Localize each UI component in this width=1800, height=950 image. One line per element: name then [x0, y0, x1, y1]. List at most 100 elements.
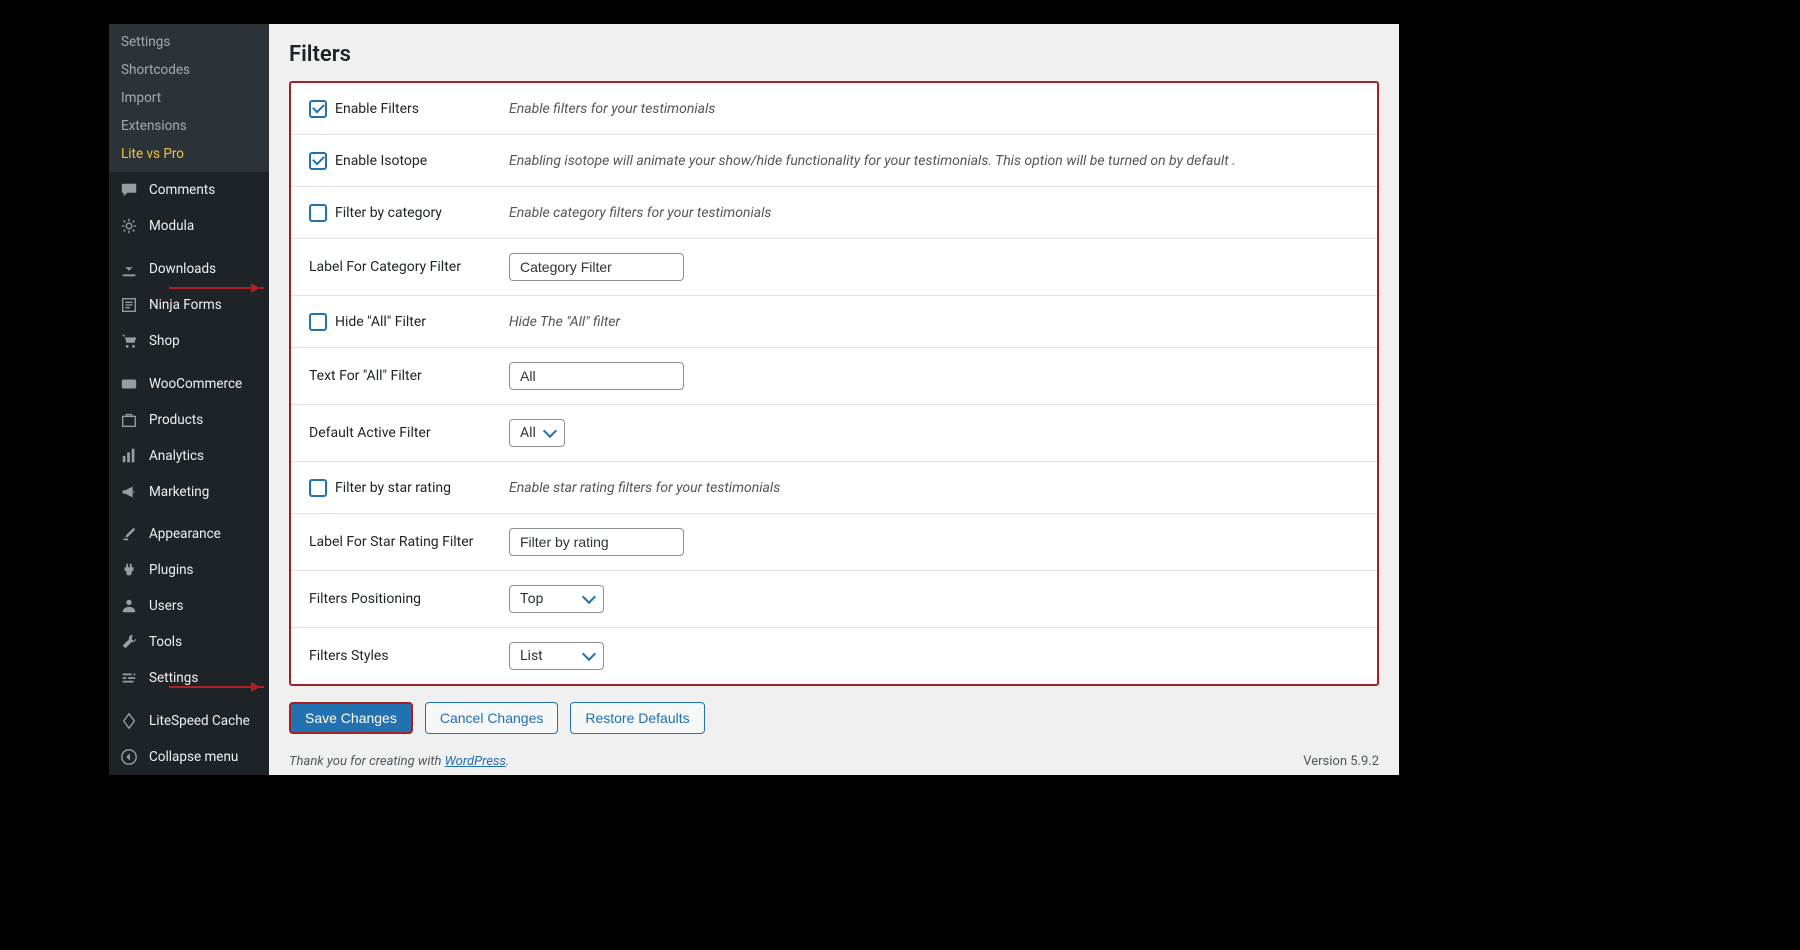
menu-item-shop[interactable]: Shop [109, 323, 269, 359]
input-text-all-filter[interactable] [509, 362, 684, 390]
menu-label: Analytics [149, 448, 204, 464]
annotation-arrow-icon [169, 287, 264, 289]
field-desc: Enabling isotope will animate your show/… [509, 153, 1359, 169]
checkbox-enable-filters[interactable] [309, 100, 327, 118]
checkbox-hide-all-filter[interactable] [309, 313, 327, 331]
row-filter-by-category: Filter by category Enable category filte… [291, 187, 1377, 239]
checkbox-enable-isotope[interactable] [309, 152, 327, 170]
submenu-item-lite-vs-pro[interactable]: Lite vs Pro [109, 140, 269, 168]
submenu-item-import[interactable]: Import [109, 84, 269, 112]
menu-label: Downloads [149, 261, 216, 277]
row-text-all-filter: Text For "All" Filter [291, 348, 1377, 405]
collapse-icon [119, 747, 139, 767]
footer: Thank you for creating with WordPress. V… [289, 734, 1379, 779]
save-button[interactable]: Save Changes [289, 702, 413, 734]
section-title: Filters [289, 42, 1379, 67]
menu-label: Products [149, 412, 203, 428]
filters-panel: Enable Filters Enable filters for your t… [289, 81, 1379, 686]
menu-label: Shop [149, 333, 180, 349]
row-label-category-filter: Label For Category Filter [291, 239, 1377, 296]
row-label-star-filter: Label For Star Rating Filter [291, 514, 1377, 571]
submenu-item-settings[interactable]: Settings [109, 28, 269, 56]
field-desc: Enable filters for your testimonials [509, 101, 1359, 117]
field-desc: Enable category filters for your testimo… [509, 205, 1359, 221]
checkbox-label: Enable Filters [335, 101, 419, 117]
menu-item-litespeed[interactable]: LiteSpeed Cache [109, 703, 269, 739]
user-icon [119, 596, 139, 616]
footer-link[interactable]: WordPress [445, 754, 506, 769]
select-filters-positioning[interactable]: Top [509, 585, 604, 613]
input-label-category-filter[interactable] [509, 253, 684, 281]
menu-item-downloads[interactable]: Downloads [109, 251, 269, 287]
checkbox-filter-by-category[interactable] [309, 204, 327, 222]
row-filter-by-star: Filter by star rating Enable star rating… [291, 462, 1377, 514]
menu-label: Settings [149, 670, 198, 686]
admin-sidebar: Settings Shortcodes Import Extensions Li… [109, 24, 269, 775]
menu-item-collapse[interactable]: Collapse menu [109, 739, 269, 775]
menu-label: Appearance [149, 526, 221, 542]
menu-label: Tools [149, 634, 182, 650]
menu-label: Marketing [149, 484, 209, 500]
menu-item-woocommerce[interactable]: WooCommerce [109, 366, 269, 402]
submenu-item-extensions[interactable]: Extensions [109, 112, 269, 140]
download-icon [119, 259, 139, 279]
products-icon [119, 410, 139, 430]
row-label: Default Active Filter [309, 425, 509, 441]
plugin-icon [119, 560, 139, 580]
menu-item-users[interactable]: Users [109, 588, 269, 624]
form-icon [119, 295, 139, 315]
button-row: Save Changes Cancel Changes Restore Defa… [289, 702, 1379, 734]
cart-icon [119, 331, 139, 351]
checkbox-filter-by-star[interactable] [309, 479, 327, 497]
checkbox-label: Filter by category [335, 205, 442, 221]
row-label: Filters Positioning [309, 591, 509, 607]
menu-item-ninja-forms[interactable]: Ninja Forms [109, 287, 269, 323]
analytics-icon [119, 446, 139, 466]
menu-item-settings[interactable]: Settings [109, 660, 269, 696]
menu-item-tools[interactable]: Tools [109, 624, 269, 660]
checkbox-label: Enable Isotope [335, 153, 427, 169]
menu-item-modula[interactable]: Modula [109, 208, 269, 244]
wrench-icon [119, 632, 139, 652]
menu-label: Ninja Forms [149, 297, 222, 313]
menu-label: Collapse menu [149, 749, 238, 765]
row-label: Filters Styles [309, 648, 509, 664]
row-label: Label For Category Filter [309, 259, 509, 275]
row-default-active-filter: Default Active Filter All [291, 405, 1377, 462]
input-label-star-filter[interactable] [509, 528, 684, 556]
menu-item-appearance[interactable]: Appearance [109, 516, 269, 552]
menu-item-marketing[interactable]: Marketing [109, 474, 269, 510]
litespeed-icon [119, 711, 139, 731]
cancel-button[interactable]: Cancel Changes [425, 702, 559, 734]
row-hide-all-filter: Hide "All" Filter Hide The "All" filter [291, 296, 1377, 348]
annotation-arrow-icon [169, 686, 264, 688]
sliders-icon [119, 668, 139, 688]
menu-item-products[interactable]: Products [109, 402, 269, 438]
menu-label: WooCommerce [149, 376, 242, 392]
menu-item-plugins[interactable]: Plugins [109, 552, 269, 588]
menu-item-comments[interactable]: Comments [109, 172, 269, 208]
row-enable-filters: Enable Filters Enable filters for your t… [291, 83, 1377, 135]
brush-icon [119, 524, 139, 544]
submenu-group: Settings Shortcodes Import Extensions Li… [109, 24, 269, 172]
menu-label: Modula [149, 218, 194, 234]
row-filters-positioning: Filters Positioning Top [291, 571, 1377, 628]
menu-label: Users [149, 598, 183, 614]
select-filters-styles[interactable]: List [509, 642, 604, 670]
checkbox-label: Filter by star rating [335, 480, 451, 496]
row-label: Label For Star Rating Filter [309, 534, 509, 550]
field-desc: Hide The "All" filter [509, 314, 1359, 330]
menu-item-analytics[interactable]: Analytics [109, 438, 269, 474]
menu-label: Comments [149, 182, 215, 198]
select-default-active-filter[interactable]: All [509, 419, 565, 447]
footer-suffix: . [506, 754, 509, 769]
megaphone-icon [119, 482, 139, 502]
comment-icon [119, 180, 139, 200]
checkbox-label: Hide "All" Filter [335, 314, 426, 330]
row-enable-isotope: Enable Isotope Enabling isotope will ani… [291, 135, 1377, 187]
restore-button[interactable]: Restore Defaults [570, 702, 704, 734]
gear-icon [119, 216, 139, 236]
submenu-item-shortcodes[interactable]: Shortcodes [109, 56, 269, 84]
woocommerce-icon [119, 374, 139, 394]
version-label: Version 5.9.2 [1303, 754, 1379, 769]
